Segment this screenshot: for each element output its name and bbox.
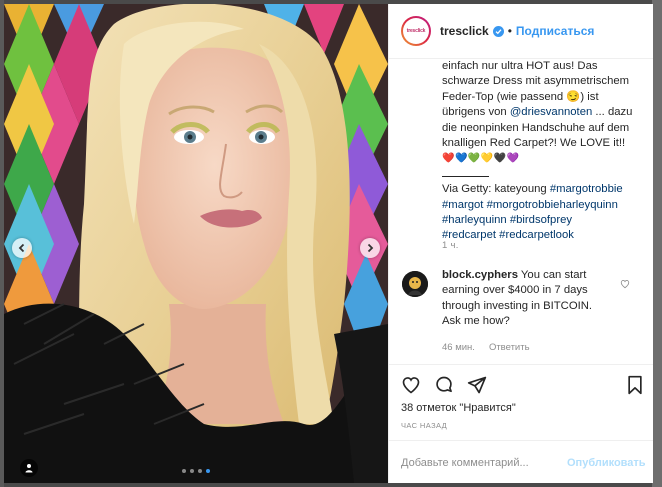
add-comment-bar: Опубликовать (389, 440, 653, 484)
comment-reply-button[interactable]: Ответить (489, 342, 530, 353)
carousel-prev-button[interactable] (12, 238, 32, 258)
add-comment-input[interactable] (401, 456, 561, 469)
post-caption: einfach nur ultra HOT aus! Das schwarze … (442, 59, 642, 244)
caption-emojis: ❤️💙💚💛🖤💜 (442, 153, 520, 165)
hashtag-link[interactable]: #redcarpetlook (499, 229, 574, 241)
hashtag-link[interactable]: #harleyquinn (442, 214, 507, 226)
caption-line: übrigens von @driesvannoten ... dazu (442, 105, 642, 120)
author-avatar-label: tresclick (403, 18, 429, 44)
publish-button[interactable]: Опубликовать (567, 457, 646, 469)
backdrop-right (652, 0, 662, 487)
tagged-users-button[interactable] (20, 459, 38, 477)
commenter-avatar[interactable] (402, 271, 428, 297)
caption-credit: Via Getty: kateyoung #margotrobbie (442, 182, 642, 197)
caption-line: #margot #morgotrobbieharleyquinn (442, 198, 642, 213)
photo-image (4, 4, 388, 483)
caption-line: #redcarpet #redcarpetlook (442, 228, 642, 243)
carousel-dot (206, 469, 210, 473)
carousel-dots (182, 469, 210, 473)
caption-divider (442, 167, 642, 182)
header-separator: • (507, 24, 512, 38)
comment-bubble-icon (436, 376, 452, 393)
post-header: tresclick tresclick • Подписаться (389, 4, 653, 59)
heart-outline-icon (620, 280, 630, 289)
like-button[interactable] (401, 375, 421, 400)
hashtag-link[interactable]: #margotrobbie (550, 183, 623, 195)
comments-scroll-area[interactable]: einfach nur ultra HOT aus! Das schwarze … (389, 59, 653, 373)
caption-line: Feder-Top (wie passend 😏) ist (442, 90, 599, 103)
follow-button[interactable]: Подписаться (516, 24, 594, 38)
likes-count[interactable]: 38 отметок "Нравится" (401, 402, 516, 414)
comment-text: block.cyphers You can start earning over… (442, 268, 612, 330)
post-time[interactable]: 1 ч. (442, 240, 459, 251)
caption-line: schwarze Dress mit asymmetrischem (442, 75, 630, 88)
chevron-right-icon (367, 243, 374, 253)
chevron-left-icon (18, 243, 25, 253)
hashtag-link[interactable]: #margot (442, 199, 483, 211)
caption-text: übrigens von (442, 106, 510, 119)
hashtag-link[interactable]: #birdsofprey (510, 214, 572, 226)
verified-badge-icon (492, 25, 504, 37)
post-photo[interactable] (4, 4, 388, 483)
comment-time[interactable]: 46 мин. (442, 342, 475, 353)
comment-button[interactable] (434, 375, 454, 400)
carousel-dot (190, 469, 194, 473)
commenter-username[interactable]: block.cyphers (442, 269, 518, 281)
caption-line: #harleyquinn #birdsofprey (442, 213, 642, 228)
save-button[interactable] (626, 375, 644, 400)
caption-line: knalligen Red Carpet?! We LOVE it!! (442, 137, 626, 150)
caption-text: ... dazu (592, 106, 633, 119)
carousel-dot (198, 469, 202, 473)
caption-line: die neonpinken Handschuhe auf dem (442, 121, 630, 134)
credit-text: Via Getty: kateyoung (442, 183, 547, 196)
author-avatar[interactable]: tresclick (401, 16, 431, 46)
mention-link[interactable]: @driesvannoten (510, 106, 592, 118)
post-timestamp[interactable]: ЧАС НАЗАД (401, 421, 447, 430)
post-side-panel: tresclick tresclick • Подписаться einfac… (388, 4, 653, 483)
carousel-dot (182, 469, 186, 473)
share-button[interactable] (467, 375, 487, 400)
comment-like-button[interactable] (620, 276, 630, 294)
author-username[interactable]: tresclick (440, 24, 489, 38)
caption-line: einfach nur ultra HOT aus! Das (442, 60, 598, 72)
post-actions-bar (389, 364, 653, 401)
bookmark-icon (628, 375, 642, 395)
comment-meta: 46 мин. Ответить (442, 342, 530, 353)
carousel-next-button[interactable] (360, 238, 380, 258)
heart-icon (402, 377, 420, 394)
hashtag-link[interactable]: #morgotrobbieharleyquinn (487, 199, 618, 211)
paper-plane-icon (467, 376, 487, 394)
user-icon (25, 464, 33, 473)
